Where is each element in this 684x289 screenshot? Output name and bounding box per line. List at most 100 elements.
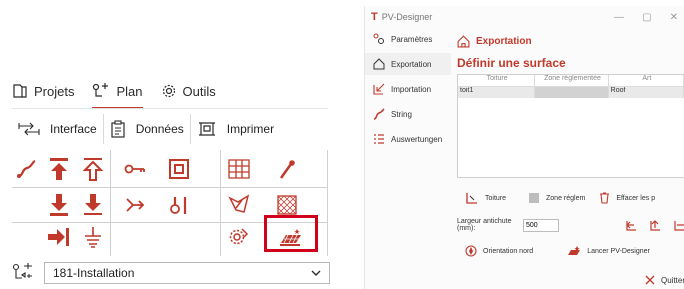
- sidebar-item-string[interactable]: String: [365, 103, 451, 125]
- align-right-icon[interactable]: [673, 219, 684, 231]
- orientation-label: Orientation nord: [483, 247, 534, 255]
- installation-dropdown[interactable]: 181-Installation: [44, 262, 330, 284]
- column-header[interactable]: Toiture: [458, 75, 536, 86]
- edit-area-icon: [228, 194, 250, 213]
- roof-icon: [466, 193, 477, 204]
- donnees-button[interactable]: Données: [104, 114, 191, 144]
- main-content: Exportation Définir une surface Toiture …: [457, 28, 684, 289]
- sidebar-item-label: Exportation: [391, 59, 432, 69]
- zone-icon: [529, 193, 540, 203]
- key-icon: [124, 164, 145, 174]
- grid-divider: [327, 150, 328, 256]
- trash-icon: [600, 192, 610, 204]
- orientation-nord-button[interactable]: Orientation nord: [465, 245, 533, 257]
- arrow-right-bar-icon: [48, 228, 69, 246]
- zone-button[interactable]: Zone réglem: [528, 192, 585, 204]
- ground-tool-button[interactable]: [74, 218, 112, 256]
- print-icon: [198, 122, 215, 136]
- measure-tool-button[interactable]: [160, 186, 198, 224]
- table-cell: [535, 87, 609, 98]
- project-icon: [13, 84, 27, 98]
- lancer-label: Lancer PV-Designer: [587, 247, 650, 255]
- gear-edit-button[interactable]: [220, 218, 258, 256]
- arrow-down-bar-icon: [50, 194, 68, 216]
- gutter-icons: [625, 219, 684, 231]
- column-header[interactable]: Zone réglementée: [535, 75, 609, 86]
- gear-icon: [162, 84, 175, 98]
- align-top-icon[interactable]: [649, 219, 661, 231]
- tab-label: Plan: [116, 83, 143, 99]
- align-right-button[interactable]: [40, 218, 78, 256]
- donnees-label: Données: [135, 122, 184, 136]
- surface-actions: Toiture Zone réglem Effacer les p: [457, 188, 684, 208]
- align-left-icon[interactable]: [625, 219, 637, 231]
- maximize-icon[interactable]: ▢: [642, 12, 651, 23]
- delete-button[interactable]: Effacer les p: [599, 192, 655, 204]
- split-tool-button[interactable]: [116, 186, 154, 224]
- tab-divider: [12, 108, 328, 109]
- pin-icon: [279, 160, 295, 179]
- sidebar-item-auswertungen[interactable]: Auswertungen: [365, 128, 451, 150]
- secondary-toolbar: Interface Données Imprimer: [12, 113, 328, 145]
- window-title: PV-Designer: [381, 12, 433, 22]
- measure-icon: [170, 197, 187, 214]
- toiture-button[interactable]: Toiture: [465, 192, 506, 204]
- page-header: Exportation: [457, 28, 684, 54]
- gutter-width-input[interactable]: [523, 218, 559, 232]
- sidebar-item-parametres[interactable]: Paramètres: [365, 28, 451, 50]
- quit-button[interactable]: Quitter: [645, 275, 684, 285]
- clipboard-icon: [111, 120, 125, 138]
- tab-outils[interactable]: Outils: [161, 77, 216, 105]
- gear-edit-icon: [229, 228, 249, 245]
- frame-icon: [169, 159, 189, 179]
- table-cell: Roof: [609, 87, 684, 98]
- installation-icon: [12, 263, 32, 279]
- frame-tool-button[interactable]: [160, 150, 198, 188]
- interface-label: Interface: [50, 122, 97, 136]
- table-header: Toiture Zone réglementée Art: [458, 75, 684, 87]
- arrow-up-bar-icon: [50, 158, 68, 180]
- installation-selector: 181-Installation: [12, 261, 330, 285]
- sidebar-item-label: Paramètres: [391, 34, 433, 44]
- tab-label: Outils: [182, 83, 216, 99]
- ribbon-tabs: Projets Plan Outils: [12, 75, 234, 109]
- pv-designer-icon: [568, 246, 581, 255]
- app-logo: T: [371, 11, 378, 23]
- lancer-pv-designer-button[interactable]: Lancer PV-Designer: [567, 245, 650, 257]
- move-top-button[interactable]: [40, 150, 78, 188]
- gutter-icon: [17, 159, 36, 178]
- installation-value: 181-Installation: [53, 266, 135, 280]
- interface-button[interactable]: Interface: [12, 114, 104, 144]
- gutter-label: Largeur antichute (mm):: [457, 218, 512, 232]
- tab-plan[interactable]: Plan: [92, 77, 143, 109]
- ground-icon: [85, 227, 101, 248]
- delete-label: Effacer les p: [616, 194, 656, 202]
- string-icon: [373, 108, 385, 120]
- sidebar-item-exportation[interactable]: Exportation: [365, 53, 451, 75]
- home-icon: [457, 34, 470, 47]
- home-icon: [373, 58, 385, 70]
- move-up-button[interactable]: [74, 150, 112, 188]
- grid-tool-button[interactable]: [220, 150, 258, 188]
- pin-tool-button[interactable]: [268, 150, 306, 188]
- section-title: Définir une surface: [457, 56, 566, 70]
- imprimer-button[interactable]: Imprimer: [191, 114, 280, 144]
- column-header[interactable]: Art: [609, 75, 684, 86]
- quit-label: Quitter: [660, 275, 684, 285]
- key-tool-button[interactable]: [116, 150, 154, 188]
- arrow-up-line-icon: [82, 158, 104, 181]
- sidebar-item-label: Importation: [391, 84, 432, 94]
- left-panel: Projets Plan Outils Interface Données Im…: [0, 0, 360, 289]
- pv-designer-window: T PV-Designer — ▢ ✕ Paramètres Exportati…: [364, 6, 684, 289]
- zone-label: Zone réglem: [546, 194, 586, 202]
- gutter-row: Largeur antichute (mm):: [457, 216, 684, 234]
- table-row[interactable]: toit1 Roof: [458, 87, 684, 98]
- grid-icon: [228, 159, 250, 179]
- sidebar-item-label: String: [391, 109, 412, 119]
- window-controls: — ▢ ✕: [614, 12, 684, 23]
- sidebar-item-importation[interactable]: Importation: [365, 78, 451, 100]
- tab-projets[interactable]: Projets: [12, 77, 74, 105]
- minimize-icon[interactable]: —: [614, 12, 624, 23]
- bottom-buttons: Orientation nord Lancer PV-Designer: [457, 242, 684, 260]
- close-icon[interactable]: ✕: [670, 12, 678, 23]
